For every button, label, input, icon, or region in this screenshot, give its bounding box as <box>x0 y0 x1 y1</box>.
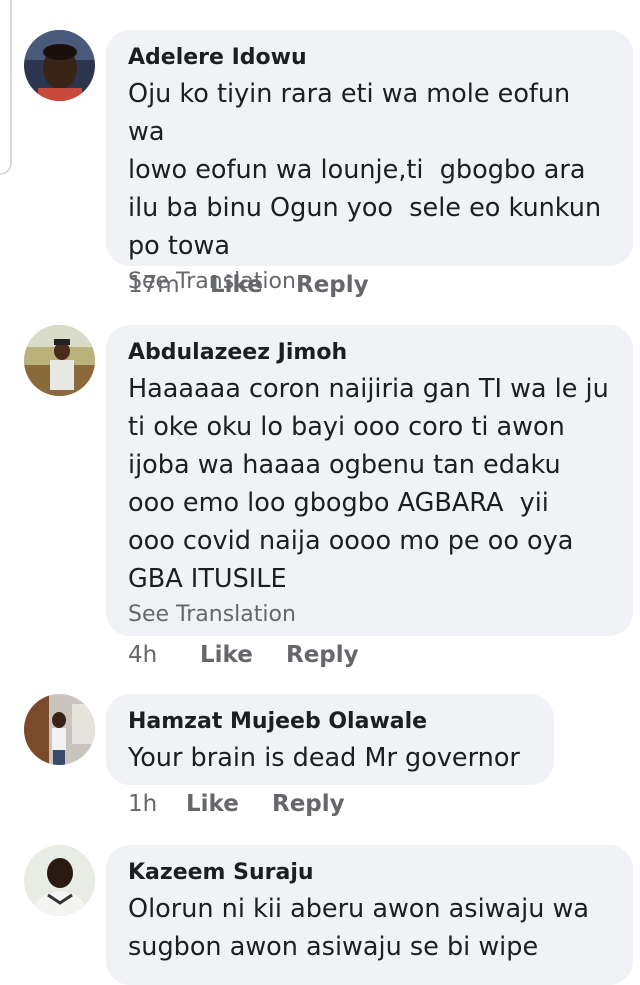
comment-bubble: Kazeem Suraju Olorun ni kii aberu awon a… <box>106 845 633 985</box>
comment-timestamp[interactable]: 4h <box>128 642 200 668</box>
reply-button[interactable]: Reply <box>286 642 359 668</box>
comment-actions: 17m Like Reply <box>128 272 369 298</box>
like-button[interactable]: Like <box>186 791 272 817</box>
avatar[interactable] <box>24 694 95 765</box>
comment-actions: 1h Like Reply <box>128 791 345 817</box>
comment-timestamp[interactable]: 17m <box>128 272 210 298</box>
comment-bubble: Hamzat Mujeeb Olawale Your brain is dead… <box>106 694 554 785</box>
comment-author[interactable]: Kazeem Suraju <box>128 858 611 888</box>
like-button[interactable]: Like <box>200 642 286 668</box>
comment-bubble: Adelere Idowu Oju ko tiyin rara eti wa m… <box>106 30 633 294</box>
comment-author[interactable]: Hamzat Mujeeb Olawale <box>128 707 532 737</box>
comment-author[interactable]: Abdulazeez Jimoh <box>128 338 611 368</box>
avatar[interactable] <box>24 30 95 101</box>
comment-timestamp[interactable]: 1h <box>128 791 186 817</box>
reply-button[interactable]: Reply <box>296 272 369 298</box>
comment-actions: 4h Like Reply <box>128 642 359 668</box>
comment-text: Your brain is dead Mr governor <box>128 743 520 773</box>
avatar[interactable] <box>24 325 95 396</box>
reply-button[interactable]: Reply <box>272 791 345 817</box>
comment-bubble: Abdulazeez Jimoh Haaaaaa coron naijiria … <box>106 325 633 636</box>
comment-text: Haaaaaa coron naijiria gan TI wa le ju t… <box>128 374 609 594</box>
comment-text: Oju ko tiyin rara eti wa mole eofun wa l… <box>128 79 602 261</box>
thread-connector-line <box>0 0 12 175</box>
see-translation-link[interactable]: See Translation <box>128 599 611 631</box>
avatar[interactable] <box>24 845 95 916</box>
like-button[interactable]: Like <box>210 272 296 298</box>
comment-text: Olorun ni kii aberu awon asiwaju wa sugb… <box>128 894 589 962</box>
comment-author[interactable]: Adelere Idowu <box>128 43 611 73</box>
